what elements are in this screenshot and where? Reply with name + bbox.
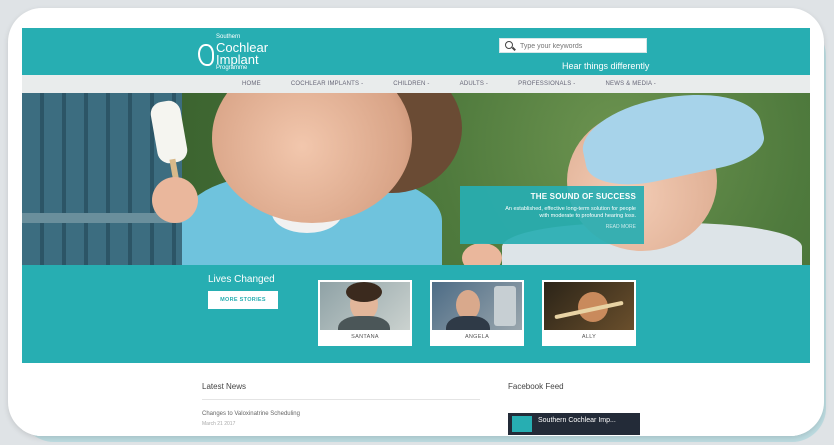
bottom-section: Latest News Changes to Valoxinatrine Sch… — [22, 363, 810, 436]
ear-logo-icon — [198, 44, 214, 66]
website-screen: Southern Cochlear Implant Programme Hear… — [22, 28, 810, 436]
hero-text-1: An established, effective long-term solu… — [505, 206, 636, 212]
story-card-ally[interactable]: ALLY — [542, 280, 636, 346]
story-card-angela[interactable]: ANGELA — [430, 280, 524, 346]
nav-item-cochlear-implants[interactable]: COCHLEAR IMPLANTS - — [291, 81, 363, 87]
lives-changed-title: Lives Changed — [208, 274, 275, 285]
main-nav: HOME COCHLEAR IMPLANTS - CHILDREN - ADUL… — [22, 75, 810, 93]
hero-boy-hand — [462, 243, 502, 265]
facebook-page-name: Southern Cochlear Imp... — [538, 417, 616, 424]
search-icon[interactable] — [505, 41, 513, 49]
nav-item-professionals[interactable]: PROFESSIONALS - — [518, 81, 575, 87]
facebook-feed-heading: Facebook Feed — [508, 382, 564, 391]
hero-carousel[interactable]: THE SOUND OF SUCCESS An established, eff… — [22, 93, 810, 265]
site-logo[interactable]: Southern Cochlear Implant Programme — [198, 34, 278, 71]
device-frame: Southern Cochlear Implant Programme Hear… — [8, 8, 824, 436]
tagline: Hear things differently — [562, 61, 650, 71]
search-box[interactable] — [499, 38, 647, 53]
story-shirt — [446, 316, 490, 330]
facebook-feed-widget[interactable]: Southern Cochlear Imp... — [508, 413, 640, 435]
news-item-date: March 21 2017 — [202, 421, 236, 427]
hero-text-2: with moderate to profound hearing loss. — [539, 213, 636, 220]
hero-read-more-link[interactable]: READ MORE — [466, 224, 636, 230]
logo-small-bottom: Programme — [216, 65, 248, 71]
story-name: ANGELA — [464, 334, 490, 340]
news-item-title[interactable]: Changes to Valoxinatrine Scheduling — [202, 411, 300, 417]
search-input[interactable] — [520, 41, 640, 51]
story-photo — [432, 282, 522, 330]
nav-item-home[interactable]: HOME — [242, 81, 261, 87]
lives-changed-section: Lives Changed MORE STORIES SANTANA ANGEL… — [22, 265, 810, 363]
story-photo — [544, 282, 634, 330]
nav-item-children[interactable]: CHILDREN - — [393, 81, 429, 87]
more-stories-button[interactable]: MORE STORIES — [208, 291, 278, 309]
site-header: Southern Cochlear Implant Programme Hear… — [22, 28, 810, 75]
story-card-santana[interactable]: SANTANA — [318, 280, 412, 346]
divider — [202, 399, 480, 400]
story-name: SANTANA — [351, 334, 379, 340]
hero-caption: THE SOUND OF SUCCESS An established, eff… — [460, 186, 644, 244]
latest-news-heading: Latest News — [202, 382, 247, 391]
hero-title: THE SOUND OF SUCCESS — [530, 192, 636, 201]
nav-item-news-media[interactable]: NEWS & MEDIA - — [606, 81, 656, 87]
story-background-object — [494, 286, 516, 326]
story-hair — [346, 282, 382, 302]
story-photo — [320, 282, 410, 330]
facebook-page-avatar — [512, 416, 532, 432]
story-shirt — [338, 316, 390, 330]
hero-girl-hand — [152, 177, 198, 223]
nav-item-adults[interactable]: ADULTS - — [460, 81, 489, 87]
story-name: ALLY — [581, 334, 597, 340]
